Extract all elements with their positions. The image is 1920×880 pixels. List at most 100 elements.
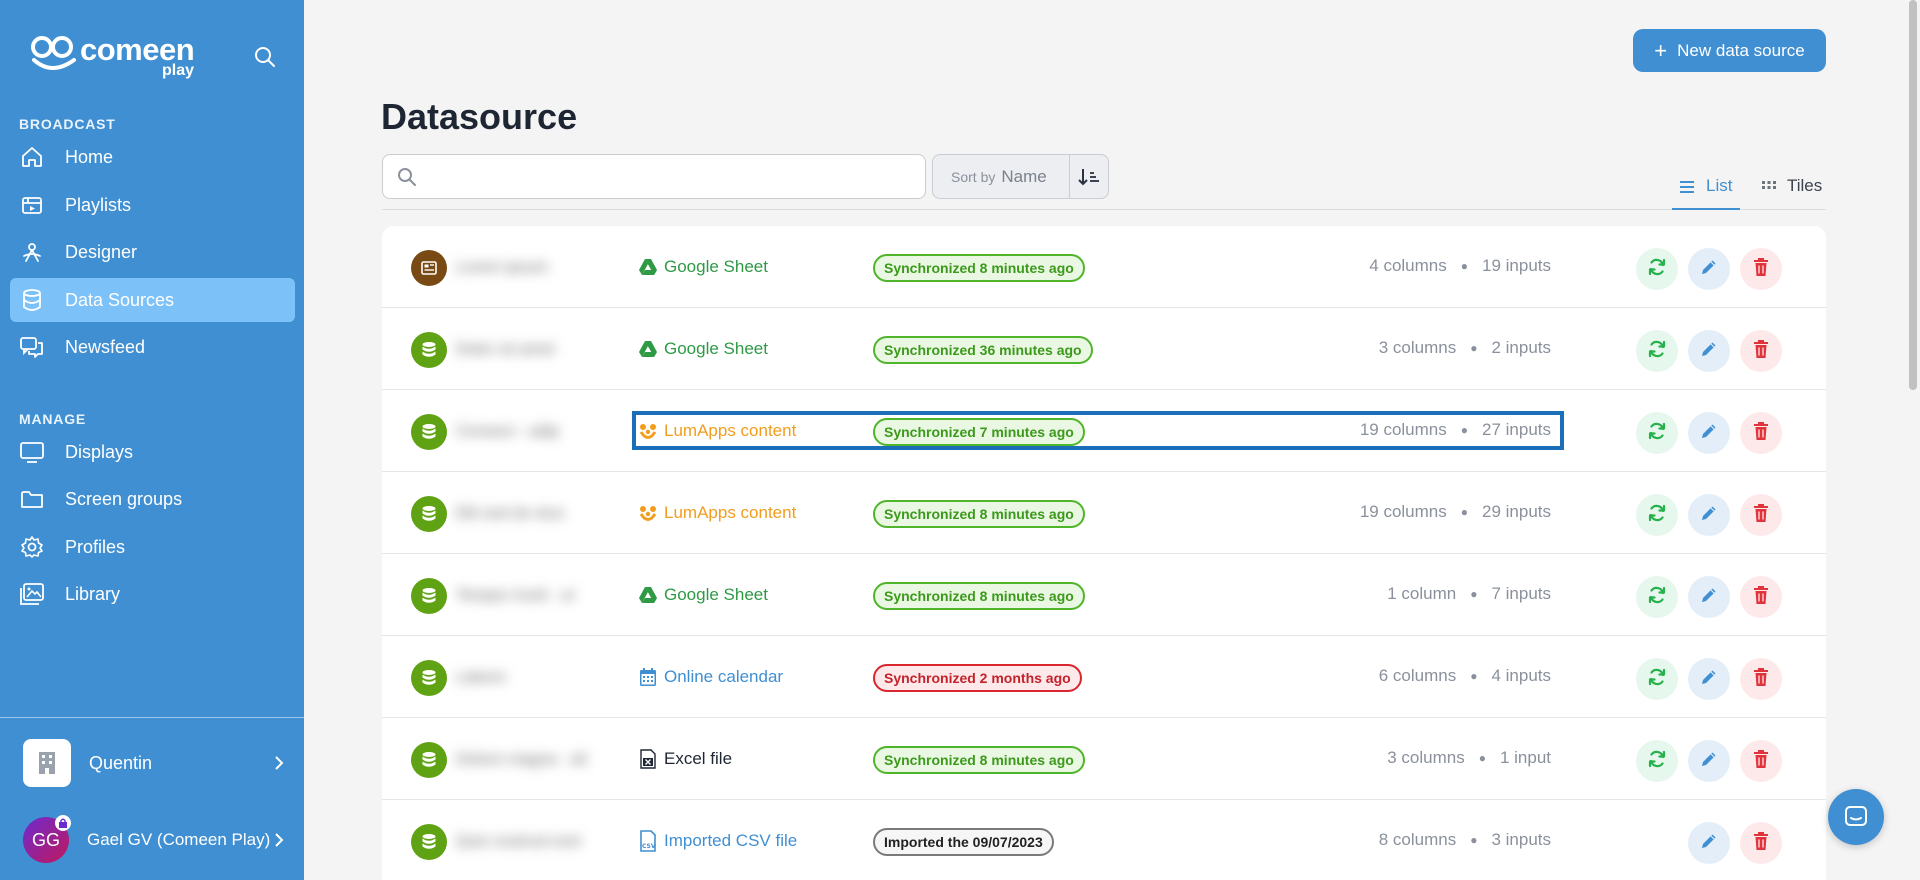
sync-button[interactable] (1636, 494, 1678, 536)
sync-button[interactable] (1636, 412, 1678, 454)
plus-icon: + (1654, 37, 1668, 63)
sidebar-item-displays[interactable]: Displays (10, 430, 295, 474)
separator-dot: ● (1460, 505, 1468, 519)
table-row[interactable]: Tempor incid - ut Google Sheet Synchronize… (382, 554, 1826, 636)
inputs-count: 27 inputs (1482, 420, 1551, 439)
datasource-type-link[interactable]: Google Sheet (638, 254, 768, 280)
sync-button[interactable] (1636, 658, 1678, 700)
page-title: Datasource (381, 96, 578, 137)
separator-dot: ● (1460, 259, 1468, 273)
scrollbar-thumb[interactable] (1909, 0, 1917, 390)
sidebar-item-playlists[interactable]: Playlists (10, 183, 295, 227)
delete-button[interactable] (1740, 822, 1782, 864)
tab-list[interactable]: List (1672, 176, 1740, 210)
table-row[interactable]: Dolore magna - ali Excel file Synchronized… (382, 718, 1826, 800)
pencil-icon (1699, 831, 1719, 856)
datasource-type-link[interactable]: LumApps content (638, 418, 796, 444)
chevron-right-icon (275, 756, 284, 770)
sync-button[interactable] (1636, 740, 1678, 782)
tab-list-label: List (1706, 176, 1733, 195)
datasource-name[interactable]: Consect - adip (456, 416, 591, 448)
trash-icon (1752, 257, 1770, 282)
sidebar-item-library[interactable]: Library (10, 572, 295, 616)
table-row[interactable]: Lorem ipsum Google Sheet Synchronized 8 mi… (382, 226, 1826, 308)
table-row[interactable]: Labore Online calendar Synchronized 2 mont… (382, 636, 1826, 718)
datasource-type-link[interactable]: Google Sheet (638, 336, 768, 362)
edit-button[interactable] (1688, 494, 1730, 536)
edit-button[interactable] (1688, 576, 1730, 618)
sidebar-footer: Quentin GG Gael GV (Comeen Play) (0, 717, 304, 880)
delete-button[interactable] (1740, 658, 1782, 700)
chat-icon (1845, 806, 1867, 826)
datasource-stats: 6 columns ● 4 inputs (1379, 666, 1551, 686)
table-row[interactable]: Dolor sit amet Google Sheet Synchronized 3… (382, 308, 1826, 390)
pencil-icon (1699, 421, 1719, 446)
table-row[interactable]: Quis nostrud exer CSV Imported CSV file Imp… (382, 800, 1826, 880)
datasource-stats: 3 columns ● 2 inputs (1379, 338, 1551, 358)
datasource-name[interactable]: Dolor sit amet (456, 334, 591, 366)
sidebar-item-designer[interactable]: Designer (10, 230, 295, 274)
sidebar-item-label: Screen groups (65, 488, 183, 509)
edit-button[interactable] (1688, 658, 1730, 700)
edit-button[interactable] (1688, 412, 1730, 454)
sync-button[interactable] (1636, 576, 1678, 618)
edit-button[interactable] (1688, 248, 1730, 290)
sync-button[interactable] (1636, 248, 1678, 290)
datasource-type-link[interactable]: CSV Imported CSV file (638, 828, 797, 854)
sidebar-item-label: Profiles (65, 536, 126, 557)
separator-dot: ● (1470, 669, 1478, 683)
datasource-type-label: LumApps content (664, 421, 797, 440)
datasource-type-link[interactable]: LumApps content (638, 500, 796, 526)
edit-button[interactable] (1688, 822, 1730, 864)
new-data-source-button[interactable]: + New data source (1633, 29, 1826, 72)
google-drive-icon (638, 339, 658, 359)
sidebar-search-icon[interactable] (254, 46, 278, 70)
sidebar-item-newsfeed[interactable]: Newsfeed (10, 325, 295, 369)
pencil-icon (1699, 585, 1719, 610)
datasource-stats: 1 column ● 7 inputs (1387, 584, 1551, 604)
table-row[interactable]: Elit sed do eius LumApps content Synchroni… (382, 472, 1826, 554)
table-row[interactable]: Consect - adip LumApps content Synchronize… (382, 390, 1826, 472)
user-menu[interactable]: GG Gael GV (Comeen Play) (23, 810, 287, 870)
sidebar-item-data-sources[interactable]: Data Sources (10, 278, 295, 322)
delete-button[interactable] (1740, 248, 1782, 290)
database-icon (411, 578, 447, 614)
chat-button[interactable] (1828, 789, 1884, 845)
inputs-count: 3 inputs (1491, 830, 1551, 849)
datasource-type-link[interactable]: Online calendar (638, 664, 783, 690)
comeen-play-logo[interactable]: comeen play (30, 30, 200, 80)
datasource-name[interactable]: Lorem ipsum (456, 252, 591, 284)
sidebar-item-label: Library (65, 583, 121, 604)
sync-button[interactable] (1636, 330, 1678, 372)
datasource-type-label: Imported CSV file (664, 831, 798, 850)
csv-icon: CSV (638, 830, 658, 852)
sidebar-item-home[interactable]: Home (10, 135, 295, 179)
delete-button[interactable] (1740, 576, 1782, 618)
status-badge: Synchronized 7 minutes ago (873, 418, 1085, 446)
datasource-name[interactable]: Labore (456, 662, 591, 694)
delete-button[interactable] (1740, 494, 1782, 536)
datasource-type-link[interactable]: Excel file (638, 746, 732, 772)
delete-button[interactable] (1740, 330, 1782, 372)
separator-dot: ● (1470, 833, 1478, 847)
edit-button[interactable] (1688, 330, 1730, 372)
inputs-count: 1 input (1499, 748, 1551, 767)
datasource-stats: 8 columns ● 3 inputs (1379, 830, 1551, 850)
datasource-name[interactable]: Dolore magna - ali (456, 744, 591, 776)
datasource-name[interactable]: Quis nostrud exer (456, 826, 591, 858)
datasource-name[interactable]: Tempor incid - ut (456, 580, 591, 612)
status-badge: Synchronized 8 minutes ago (873, 582, 1085, 610)
newsfeed-icon (19, 334, 45, 360)
edit-button[interactable] (1688, 740, 1730, 782)
tab-tiles[interactable]: Tiles (1755, 176, 1830, 210)
avatar-initials: GG (31, 829, 60, 850)
datasource-type-link[interactable]: Google Sheet (638, 582, 768, 608)
sync-icon (1647, 339, 1667, 364)
organization-switcher[interactable]: Quentin (23, 739, 287, 787)
sidebar-item-screen-groups[interactable]: Screen groups (10, 477, 295, 521)
sidebar-item-profiles[interactable]: Profiles (10, 525, 295, 569)
datasource-name[interactable]: Elit sed do eius (456, 498, 591, 530)
delete-button[interactable] (1740, 740, 1782, 782)
delete-button[interactable] (1740, 412, 1782, 454)
excel-icon (638, 749, 658, 769)
